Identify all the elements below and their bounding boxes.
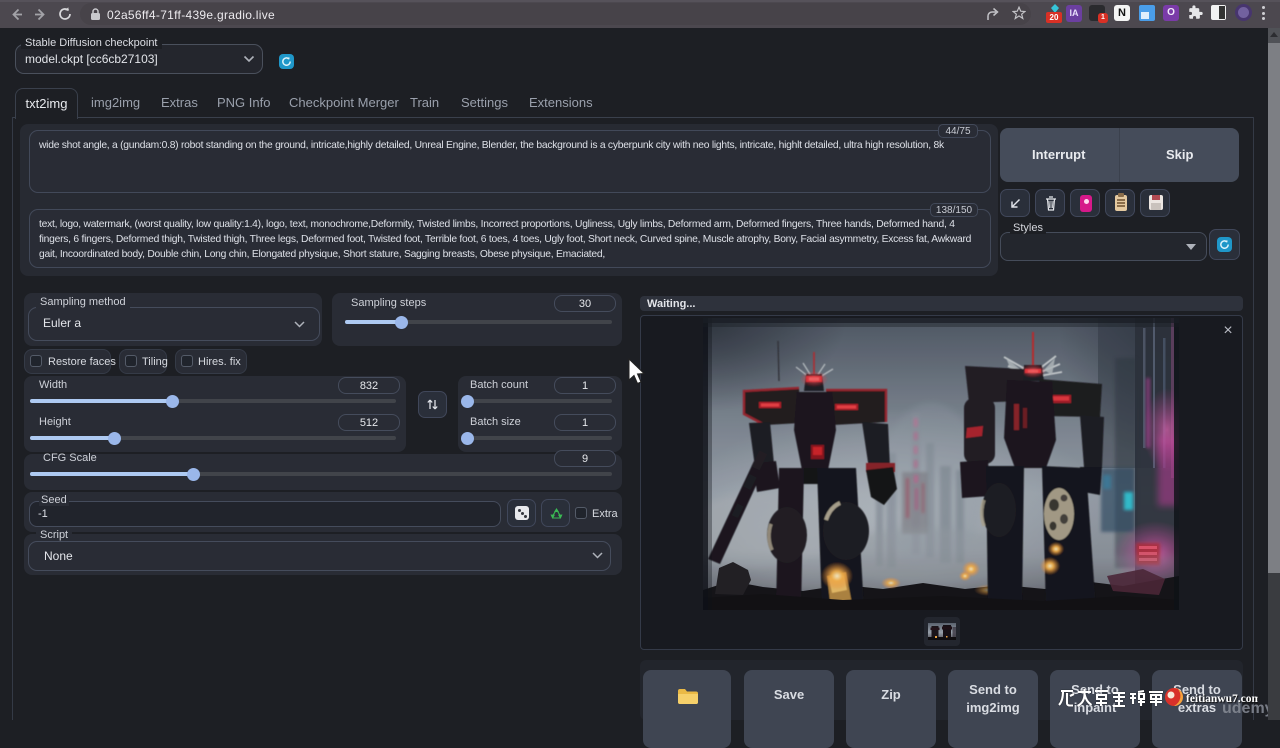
svg-text:feitianwu7.com: feitianwu7.com: [1186, 693, 1258, 705]
